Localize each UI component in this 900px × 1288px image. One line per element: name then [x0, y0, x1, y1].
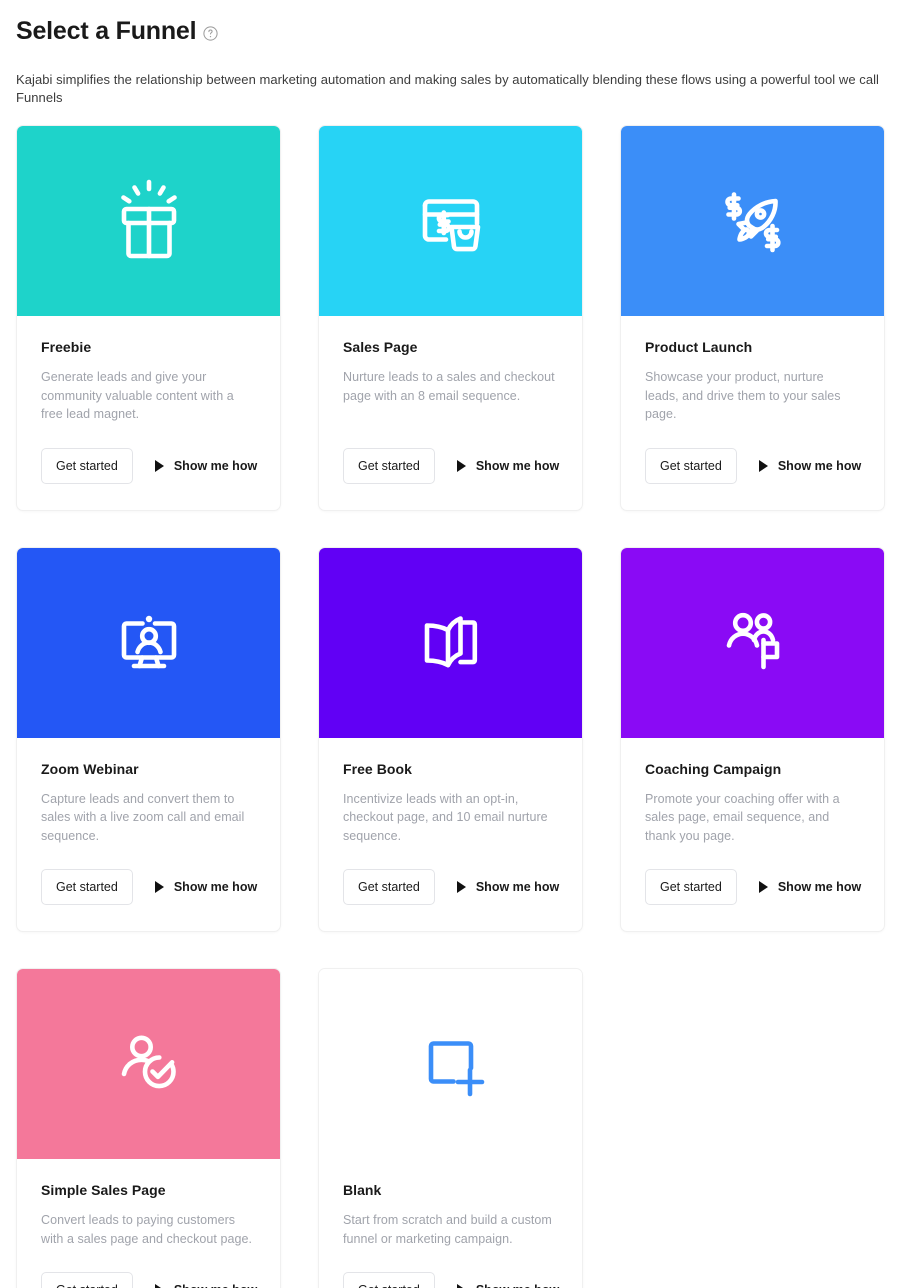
card-actions: Get started Show me how [343, 424, 560, 484]
open-book-icon [424, 615, 477, 667]
play-triangle-icon [154, 459, 164, 472]
get-started-button[interactable]: Get started [41, 869, 133, 905]
card-title: Zoom Webinar [41, 760, 139, 777]
funnel-card-zoom-webinar[interactable]: Zoom Webinar Capture leads and convert t… [16, 546, 281, 932]
card-description: Start from scratch and build a custom fu… [343, 1213, 552, 1246]
show-me-how-label: Show me how [475, 880, 560, 894]
card-body: Coaching Campaign Promote your coaching … [621, 738, 884, 932]
square-plus-icon [428, 1041, 484, 1097]
card-art [319, 547, 582, 738]
card-body: Zoom Webinar Capture leads and convert t… [17, 738, 280, 932]
card-title: Simple Sales Page [41, 1182, 166, 1198]
funnel-card-blank[interactable]: Blank Start from scratch and build a cus… [318, 968, 583, 1288]
funnel-card-sales-page[interactable]: Sales Page Nurture leads to a sales and … [318, 125, 583, 511]
card-actions: Get started Show me how [41, 424, 258, 484]
card-actions: Get started Show me how [41, 1248, 257, 1288]
funnel-card-free-book[interactable]: Free Book Incentivize leads with an opt-… [318, 546, 583, 932]
card-title: Freebie [41, 339, 92, 355]
show-me-how-label: Show me how [476, 1283, 559, 1288]
show-me-how-button[interactable]: Show me how [456, 880, 560, 894]
question-circle-icon[interactable] [203, 25, 218, 41]
show-me-how-label: Show me how [174, 1283, 257, 1288]
card-art [17, 969, 280, 1159]
card-body: Simple Sales Page Convert leads to payin… [17, 1159, 280, 1288]
card-description: Capture leads and convert them to sales … [41, 791, 245, 843]
card-title: Blank [343, 1182, 382, 1198]
play-triangle-icon [456, 459, 466, 472]
card-art [621, 126, 884, 316]
page-subtitle: Kajabi simplifies the relationship betwe… [16, 72, 879, 105]
play-triangle-icon [758, 459, 768, 472]
card-title: Coaching Campaign [645, 760, 782, 777]
play-triangle-icon [456, 881, 466, 893]
card-title: Product Launch [645, 339, 753, 355]
show-me-how-label: Show me how [173, 458, 258, 473]
card-description: Nurture leads to a sales and checkout pa… [343, 370, 555, 403]
select-funnel-page: Select a Funnel Kajabi simplifies the re… [0, 0, 900, 1288]
card-body: Free Book Incentivize leads with an opt-… [319, 738, 582, 932]
card-art [319, 969, 582, 1159]
get-started-button[interactable]: Get started [343, 869, 435, 905]
get-started-button[interactable]: Get started [645, 869, 737, 905]
card-title: Sales Page [343, 339, 418, 355]
card-body: Blank Start from scratch and build a cus… [319, 1159, 582, 1288]
show-me-how-label: Show me how [777, 880, 862, 894]
rocket-dollar-icon [724, 192, 781, 253]
browser-dollar-shopping-bag-icon [422, 199, 480, 252]
card-art [621, 547, 884, 738]
show-me-how-button[interactable]: Show me how [154, 1283, 257, 1288]
card-body: Freebie Generate leads and give your com… [17, 316, 280, 510]
card-actions: Get started Show me how [343, 845, 560, 905]
get-started-button[interactable]: Get started [343, 1272, 435, 1288]
card-title: Free Book [343, 760, 412, 777]
funnel-card-product-launch[interactable]: Product Launch Showcase your product, nu… [620, 125, 885, 511]
show-me-how-button[interactable]: Show me how [154, 458, 258, 473]
card-description: Convert leads to paying customers with a… [41, 1213, 252, 1246]
play-triangle-icon [154, 881, 164, 893]
card-body: Sales Page Nurture leads to a sales and … [319, 316, 582, 510]
card-description: Incentivize leads with an opt-in, checko… [343, 791, 548, 843]
card-art [319, 126, 582, 316]
funnel-card-freebie[interactable]: Freebie Generate leads and give your com… [16, 125, 281, 511]
card-art [17, 547, 280, 738]
show-me-how-button[interactable]: Show me how [758, 458, 862, 473]
card-description: Promote your coaching offer with a sales… [645, 791, 840, 843]
get-started-button[interactable]: Get started [645, 447, 737, 484]
play-triangle-icon [154, 1284, 164, 1288]
card-actions: Get started Show me how [343, 1248, 559, 1288]
funnel-card-grid: Freebie Generate leads and give your com… [16, 125, 900, 1288]
funnel-card-coaching-campaign[interactable]: Coaching Campaign Promote your coaching … [620, 546, 885, 932]
show-me-how-label: Show me how [475, 458, 560, 473]
show-me-how-label: Show me how [173, 880, 258, 894]
card-actions: Get started Show me how [41, 845, 258, 905]
show-me-how-label: Show me how [777, 458, 862, 473]
show-me-how-button[interactable]: Show me how [758, 880, 862, 894]
monitor-person-icon [121, 615, 176, 668]
play-triangle-icon [758, 881, 768, 893]
card-art [17, 126, 280, 316]
card-actions: Get started Show me how [645, 424, 862, 484]
card-description: Generate leads and give your community v… [41, 370, 234, 421]
show-me-how-button[interactable]: Show me how [456, 1283, 559, 1288]
page-title: Select a Funnel [16, 17, 197, 45]
show-me-how-button[interactable]: Show me how [456, 458, 560, 473]
get-started-button[interactable]: Get started [41, 447, 133, 484]
card-description: Showcase your product, nurture leads, an… [645, 370, 841, 421]
get-started-button[interactable]: Get started [343, 447, 435, 484]
card-body: Product Launch Showcase your product, nu… [621, 316, 884, 510]
person-check-circle-icon [121, 1035, 176, 1089]
show-me-how-button[interactable]: Show me how [154, 880, 258, 894]
page-header: Select a Funnel [16, 16, 900, 46]
gift-box-icon [120, 179, 177, 259]
card-actions: Get started Show me how [645, 845, 862, 905]
two-people-flag-icon [726, 612, 779, 669]
get-started-button[interactable]: Get started [41, 1272, 133, 1288]
play-triangle-icon [456, 1284, 466, 1288]
funnel-card-simple-sales-page[interactable]: Simple Sales Page Convert leads to payin… [16, 968, 281, 1288]
